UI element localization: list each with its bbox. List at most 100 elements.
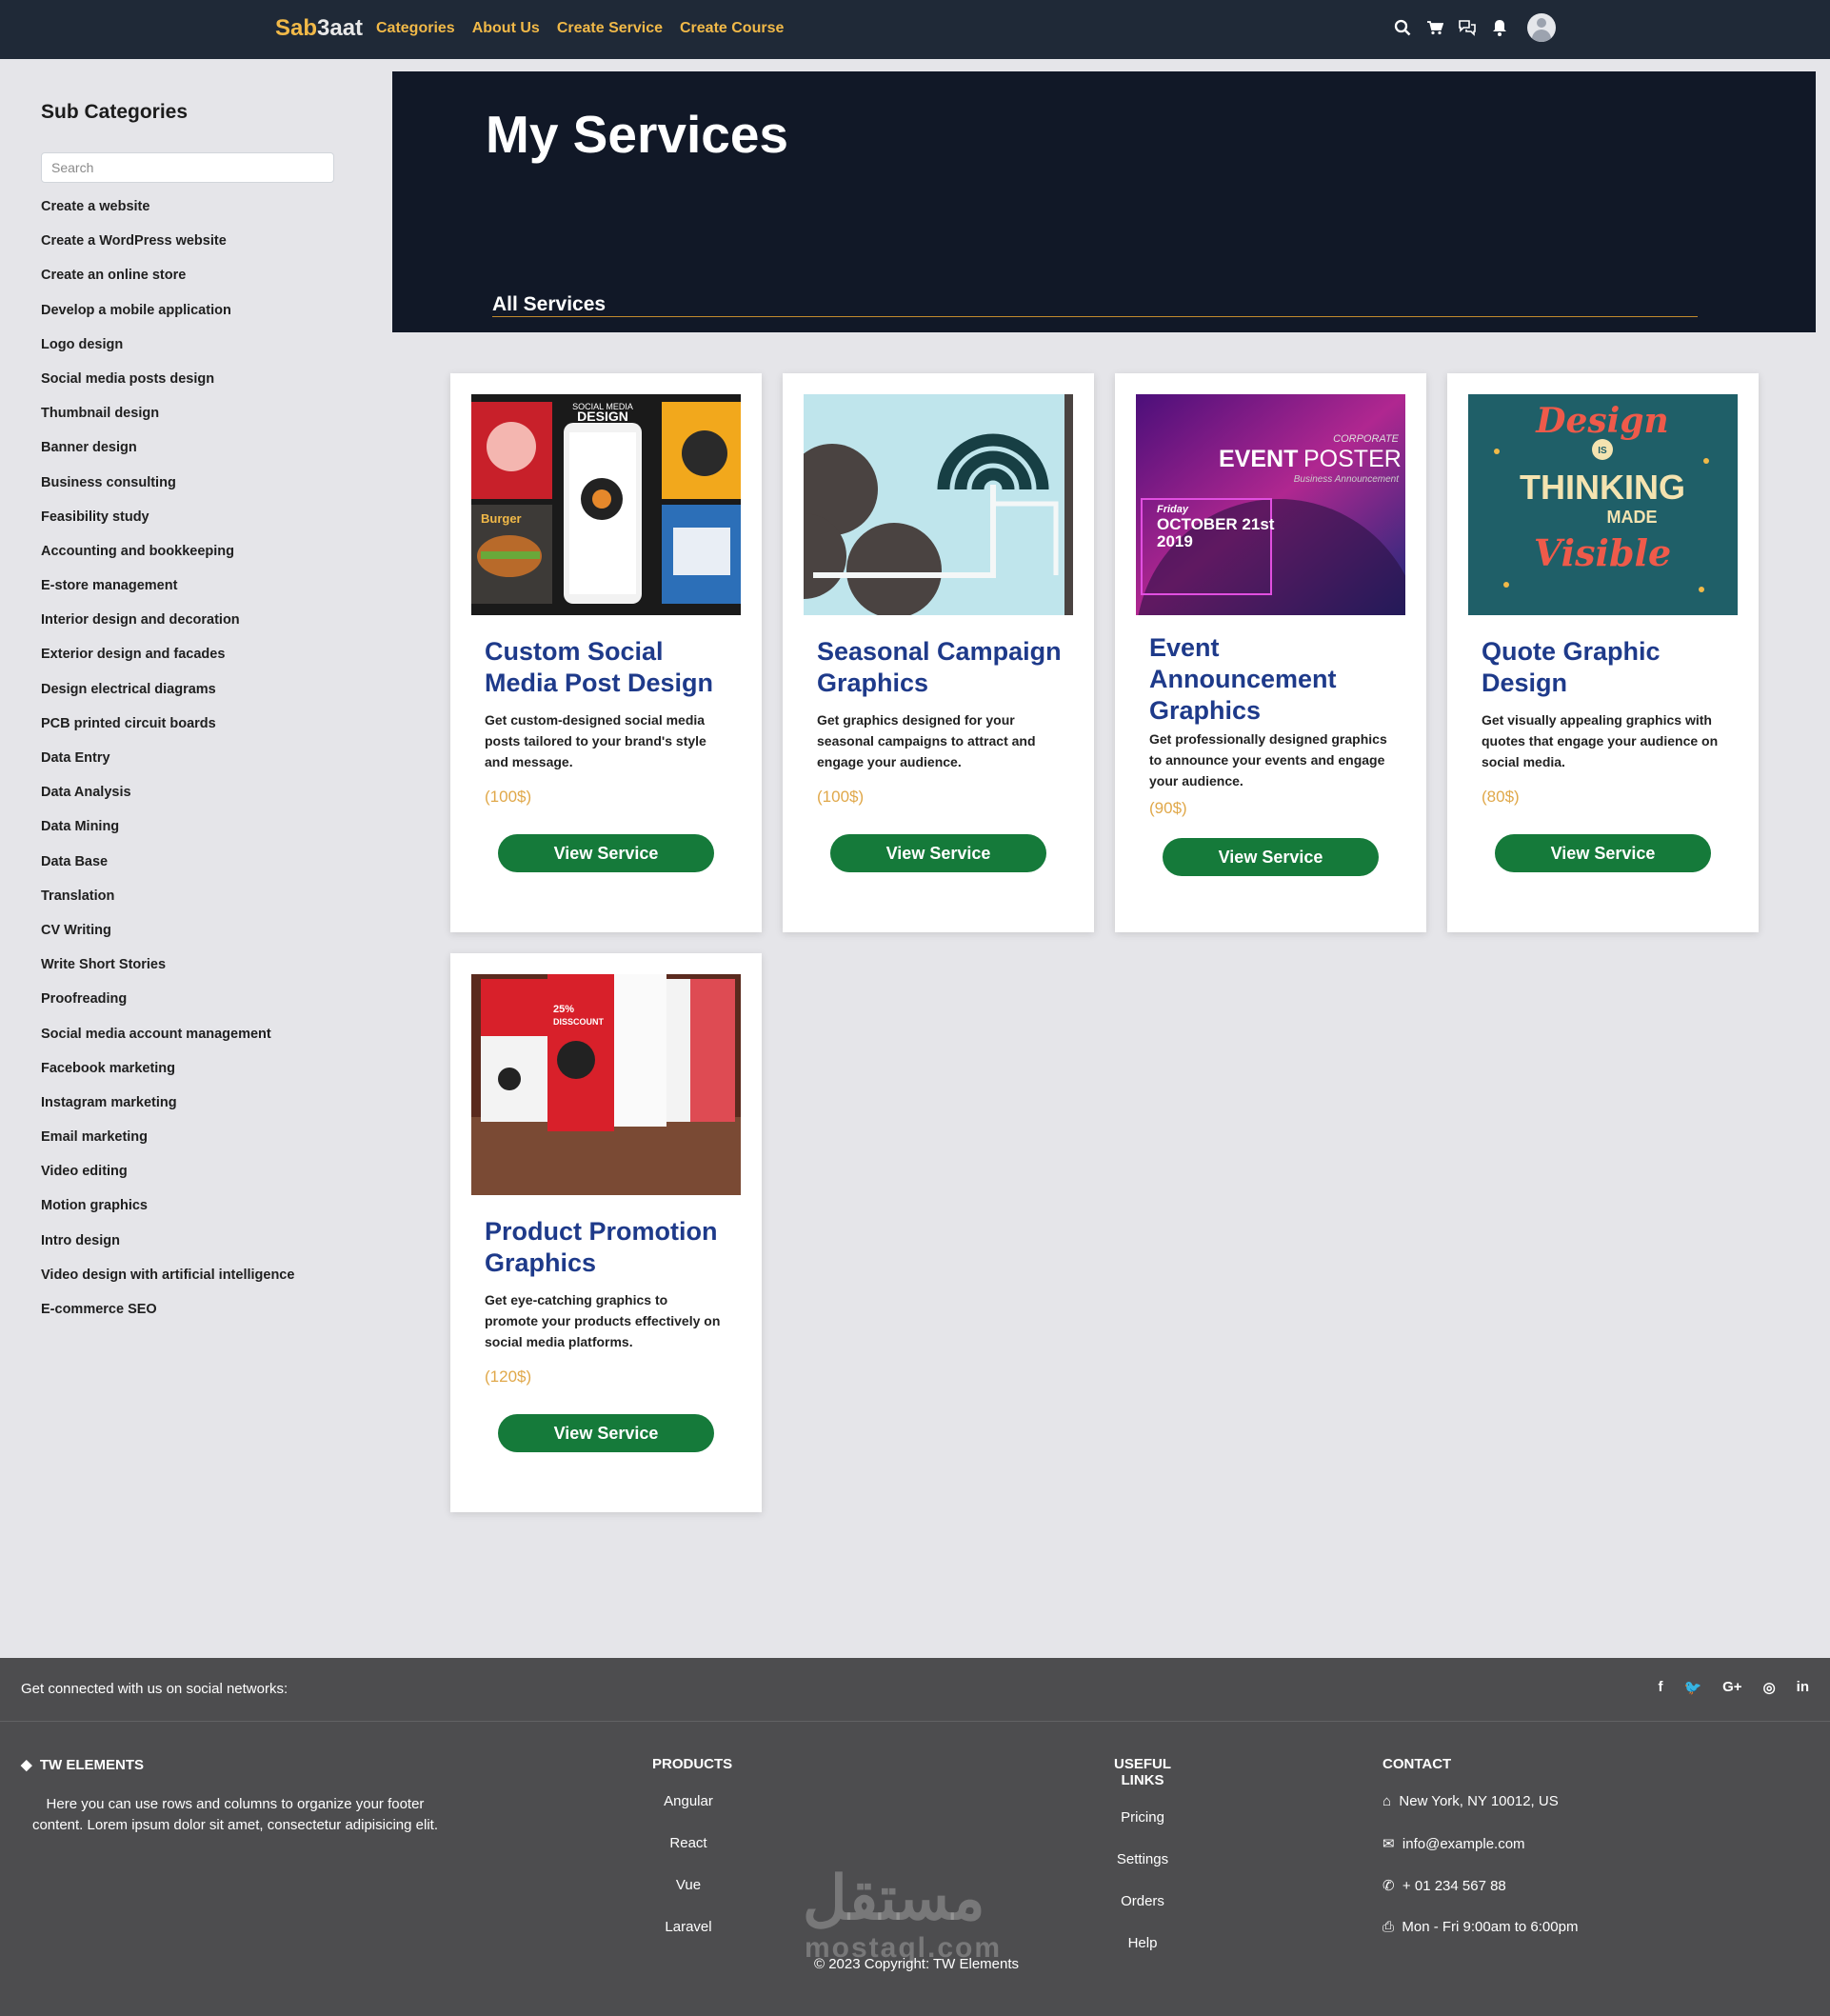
- subcategory-item[interactable]: Create a WordPress website: [41, 229, 355, 263]
- sidebar-search-input[interactable]: [41, 152, 334, 183]
- footer-contact-heading: CONTACT: [1382, 1756, 1452, 1772]
- instagram-icon[interactable]: ◎: [1763, 1679, 1776, 1696]
- subcategory-item[interactable]: E-commerce SEO: [41, 1297, 355, 1331]
- subcategory-item[interactable]: Motion graphics: [41, 1193, 355, 1228]
- sidebar: Sub Categories Create a website Create a…: [41, 101, 355, 1331]
- nav-create-course-link[interactable]: Create Course: [680, 20, 784, 37]
- page-hero: My Services All Services: [392, 71, 1816, 332]
- tab-underline: [492, 316, 1698, 317]
- subcategory-item[interactable]: Accounting and bookkeeping: [41, 539, 355, 573]
- subcategory-item[interactable]: Business consulting: [41, 470, 355, 505]
- footer-products-heading: PRODUCTS: [652, 1756, 733, 1772]
- subcategory-item[interactable]: Email marketing: [41, 1125, 355, 1159]
- subcategory-item[interactable]: Facebook marketing: [41, 1056, 355, 1090]
- service-price: (100$): [817, 788, 865, 806]
- footer-link-react[interactable]: React: [652, 1835, 725, 1877]
- service-title[interactable]: Custom Social Media Post Design: [485, 636, 732, 699]
- subcategory-item[interactable]: Social media posts design: [41, 367, 355, 401]
- subcategory-item[interactable]: Intro design: [41, 1228, 355, 1263]
- nav-create-service-link[interactable]: Create Service: [557, 20, 663, 37]
- view-service-button[interactable]: View Service: [498, 1414, 714, 1452]
- footer-brand-column: ◆ TW ELEMENTS Here you can use rows and …: [21, 1756, 449, 1836]
- subcategory-item[interactable]: CV Writing: [41, 918, 355, 952]
- svg-text:THINKING: THINKING: [1520, 468, 1685, 507]
- svg-text:DISSCOUNT: DISSCOUNT: [553, 1017, 605, 1027]
- chat-icon[interactable]: [1457, 17, 1478, 38]
- subcategory-item[interactable]: Design electrical diagrams: [41, 677, 355, 711]
- subcategory-item[interactable]: Write Short Stories: [41, 952, 355, 987]
- subcategory-item[interactable]: Video design with artificial intelligenc…: [41, 1263, 355, 1297]
- footer-contact-column: CONTACT ⌂ New York, NY 10012, US ✉ info@…: [1382, 1756, 1668, 1961]
- subcategory-item[interactable]: PCB printed circuit boards: [41, 711, 355, 746]
- sidebar-title: Sub Categories: [41, 101, 189, 123]
- service-price: (120$): [485, 1367, 532, 1386]
- service-price: (100$): [485, 788, 532, 806]
- cart-icon[interactable]: [1424, 17, 1445, 38]
- subcategory-item[interactable]: Video editing: [41, 1159, 355, 1193]
- google-plus-icon[interactable]: G+: [1722, 1679, 1741, 1696]
- service-image: 25% DISSCOUNT: [471, 974, 741, 1195]
- subcategory-item[interactable]: Data Analysis: [41, 780, 355, 814]
- footer-link-help[interactable]: Help: [1095, 1935, 1190, 1977]
- facebook-icon[interactable]: f: [1658, 1679, 1662, 1696]
- footer-contact-hours: ⎙ Mon - Fri 9:00am to 6:00pm: [1382, 1919, 1579, 1935]
- service-description: Get professionally designed graphics to …: [1149, 731, 1387, 788]
- service-card: Burger SOCIAL MEDIA DESIGN Custom Social…: [450, 373, 762, 932]
- footer-contact-email[interactable]: ✉ info@example.com: [1382, 1835, 1668, 1877]
- subcategory-item[interactable]: Create an online store: [41, 263, 355, 297]
- subcategory-item[interactable]: Data Mining: [41, 814, 355, 848]
- subcategory-item[interactable]: Interior design and decoration: [41, 608, 355, 642]
- svg-text:25%: 25%: [553, 1004, 574, 1015]
- footer-link-vue[interactable]: Vue: [652, 1877, 725, 1919]
- subcategory-item[interactable]: Data Base: [41, 849, 355, 884]
- user-avatar[interactable]: [1527, 13, 1556, 42]
- subcategory-item[interactable]: Social media account management: [41, 1022, 355, 1056]
- service-image: Burger SOCIAL MEDIA DESIGN: [471, 394, 741, 615]
- bell-icon[interactable]: [1489, 17, 1510, 38]
- footer-contact-address: ⌂ New York, NY 10012, US: [1382, 1793, 1559, 1809]
- subcategory-item[interactable]: Logo design: [41, 332, 355, 367]
- home-icon: ⌂: [1382, 1793, 1392, 1809]
- view-service-button[interactable]: View Service: [498, 834, 714, 872]
- view-service-button[interactable]: View Service: [1495, 834, 1711, 872]
- subcategory-item[interactable]: Translation: [41, 884, 355, 918]
- service-title[interactable]: Event Announcement Graphics: [1149, 632, 1397, 727]
- subcategory-item[interactable]: Develop a mobile application: [41, 298, 355, 332]
- service-title[interactable]: Seasonal Campaign Graphics: [817, 636, 1064, 699]
- service-title[interactable]: Product Promotion Graphics: [485, 1216, 732, 1279]
- svg-text:2019: 2019: [1157, 532, 1193, 550]
- nav-about-link[interactable]: About Us: [472, 20, 540, 37]
- linkedin-icon[interactable]: in: [1797, 1679, 1809, 1696]
- search-icon[interactable]: [1392, 17, 1413, 38]
- footer-contact-phone[interactable]: ✆ + 01 234 567 88: [1382, 1877, 1668, 1919]
- service-image: Design IS THINKING MADE Visible: [1468, 394, 1738, 615]
- footer-link-laravel[interactable]: Laravel: [652, 1919, 725, 1961]
- footer-link-angular[interactable]: Angular: [652, 1793, 725, 1835]
- footer-link-orders[interactable]: Orders: [1095, 1893, 1190, 1935]
- subcategory-item[interactable]: Thumbnail design: [41, 401, 355, 435]
- footer-link-pricing[interactable]: Pricing: [1095, 1809, 1190, 1851]
- footer-link-settings[interactable]: Settings: [1095, 1851, 1190, 1893]
- svg-text:EVENT: EVENT: [1219, 446, 1298, 472]
- subcategory-item[interactable]: Proofreading: [41, 987, 355, 1021]
- subcategory-item[interactable]: Feasibility study: [41, 505, 355, 539]
- view-service-button[interactable]: View Service: [1163, 838, 1379, 876]
- watermark-logo: مستقل: [803, 1864, 985, 1932]
- subcategory-item[interactable]: E-store management: [41, 573, 355, 608]
- subcategory-item[interactable]: Data Entry: [41, 746, 355, 780]
- view-service-button[interactable]: View Service: [830, 834, 1046, 872]
- envelope-icon: ✉: [1382, 1836, 1395, 1852]
- subcategory-item[interactable]: Exterior design and facades: [41, 642, 355, 676]
- subcategory-item[interactable]: Create a website: [41, 194, 355, 229]
- social-links: f 🐦 G+ ◎ in: [1658, 1679, 1809, 1696]
- subcategory-item[interactable]: Instagram marketing: [41, 1090, 355, 1125]
- footer-useful-links-column: USEFUL LINKS Pricing Settings Orders Hel…: [1095, 1756, 1190, 1977]
- twitter-icon[interactable]: 🐦: [1683, 1679, 1701, 1696]
- service-title[interactable]: Quote Graphic Design: [1482, 636, 1729, 699]
- subcategory-item[interactable]: Banner design: [41, 435, 355, 469]
- tab-all-services[interactable]: All Services: [492, 293, 606, 316]
- nav-categories-link[interactable]: Categories: [376, 20, 455, 37]
- brand-logo[interactable]: Sab3aat: [275, 15, 363, 42]
- svg-text:Business Announcement: Business Announcement: [1294, 474, 1400, 485]
- svg-text:Visible: Visible: [1534, 531, 1671, 574]
